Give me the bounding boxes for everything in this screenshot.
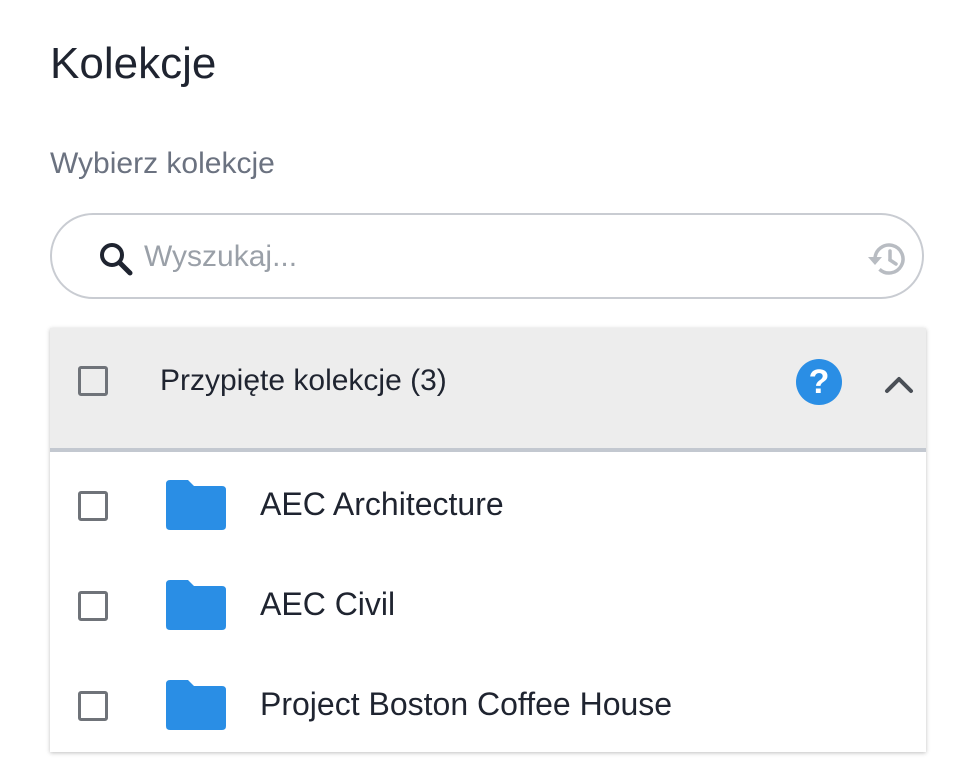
page-subtitle: Wybierz kolekcje	[50, 147, 275, 180]
folder-icon	[166, 580, 226, 630]
collection-label: Project Boston Coffee House	[260, 686, 673, 722]
search-input[interactable]	[144, 231, 844, 283]
pinned-collections-header[interactable]: Przypięte kolekcje (3) ?	[50, 328, 926, 452]
chevron-up-icon[interactable]	[884, 374, 914, 394]
collection-label: AEC Civil	[260, 586, 396, 622]
folder-icon	[166, 680, 226, 730]
pinned-collections-label: Przypięte kolekcje (3)	[160, 364, 447, 397]
history-icon[interactable]	[866, 237, 910, 281]
help-icon[interactable]: ?	[796, 359, 842, 405]
pinned-select-all-checkbox[interactable]	[78, 366, 108, 396]
collection-checkbox[interactable]	[78, 591, 108, 621]
pinned-collections-panel: Przypięte kolekcje (3) ? AEC Architectur…	[50, 328, 926, 752]
collection-checkbox[interactable]	[78, 491, 108, 521]
folder-icon	[166, 480, 226, 530]
collection-label: AEC Architecture	[260, 486, 504, 522]
collection-row-aec-architecture[interactable]: AEC Architecture	[50, 454, 926, 554]
page-title: Kolekcje	[50, 39, 217, 88]
collection-row-project-boston-coffee-house[interactable]: Project Boston Coffee House	[50, 654, 926, 754]
search-icon	[100, 243, 133, 276]
collections-page: Kolekcje Wybierz kolekcje Przypięte kole…	[0, 0, 972, 760]
search-box[interactable]	[50, 213, 924, 299]
collection-row-aec-civil[interactable]: AEC Civil	[50, 554, 926, 654]
collection-checkbox[interactable]	[78, 691, 108, 721]
